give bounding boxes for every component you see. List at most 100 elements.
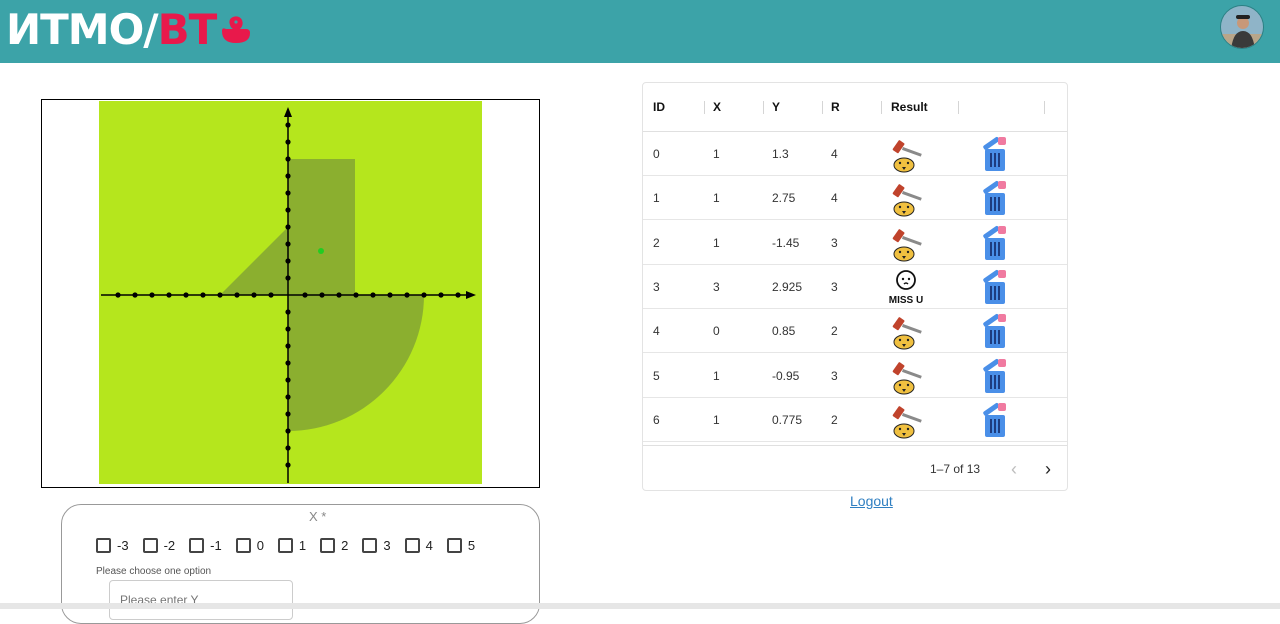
table-header: ID X Y R Result: [643, 83, 1067, 132]
prev-page-button[interactable]: ‹: [1003, 458, 1025, 480]
cell-x: 0: [713, 324, 720, 339]
checkbox[interactable]: [320, 537, 336, 553]
y-axis-tick: [285, 207, 291, 213]
x-checkbox-option[interactable]: -1: [189, 537, 222, 553]
cell-id: 3: [653, 279, 660, 294]
x-checkbox-option[interactable]: 1: [277, 537, 307, 553]
checkbox-label: -1: [210, 537, 222, 553]
checkbox[interactable]: [189, 537, 205, 553]
cell-y: -0.95: [772, 368, 800, 383]
table-pagination: 1–7 of 13 ‹ ›: [643, 445, 1067, 490]
column-header-y[interactable]: Y: [772, 83, 780, 132]
next-page-button[interactable]: ›: [1037, 458, 1059, 480]
checkbox-label: 4: [425, 537, 433, 553]
x-axis-tick: [200, 292, 206, 298]
checkbox[interactable]: [446, 537, 462, 553]
column-separator[interactable]: [881, 101, 882, 114]
gavel-hamster-icon: [889, 401, 927, 439]
x-checkbox-option[interactable]: 5: [446, 537, 475, 553]
user-avatar[interactable]: [1220, 5, 1264, 49]
cell-y: 2.75: [772, 191, 796, 206]
checkbox[interactable]: [404, 537, 420, 553]
miss-u-icon: MISS U: [889, 268, 927, 306]
checkbox-label: 0: [256, 537, 264, 553]
x-checkbox-option[interactable]: -2: [142, 537, 175, 553]
x-axis-tick: [251, 292, 257, 298]
table-row[interactable]: 1 1 2.75 4: [643, 176, 1067, 221]
table-row[interactable]: 4 0 0.85 2: [643, 309, 1067, 354]
trash-icon[interactable]: [980, 312, 1010, 350]
x-checkbox-option[interactable]: 0: [235, 537, 264, 553]
checkbox[interactable]: [142, 537, 158, 553]
area-rectangle: [288, 159, 355, 295]
gavel-hamster-icon: [889, 357, 927, 395]
x-axis-tick: [217, 292, 223, 298]
cell-r: 4: [831, 147, 838, 161]
trash-icon[interactable]: [980, 401, 1010, 439]
area-graph[interactable]: [41, 99, 540, 488]
gavel-hamster-icon: [889, 135, 927, 173]
column-separator[interactable]: [1044, 101, 1045, 114]
y-axis-tick: [285, 275, 291, 281]
duck-icon: [222, 16, 251, 43]
column-separator[interactable]: [704, 101, 705, 114]
app-header: ИТМО/ ВТ: [0, 0, 1280, 63]
cell-y: 0.775: [772, 412, 803, 427]
x-checkbox-option[interactable]: 2: [320, 537, 348, 553]
table-row[interactable]: 0 1 1.3 4: [643, 132, 1067, 176]
cell-id: 5: [653, 368, 660, 383]
column-separator[interactable]: [958, 101, 959, 114]
column-header-x[interactable]: X: [713, 83, 721, 132]
y-axis-tick: [285, 360, 291, 366]
plotted-point: [318, 248, 324, 254]
x-axis-tick: [132, 292, 138, 298]
graph-canvas[interactable]: [42, 100, 541, 489]
x-checkbox-option[interactable]: 3: [362, 537, 391, 553]
x-axis-tick: [387, 292, 393, 298]
checkbox-label: 3: [383, 537, 391, 553]
cell-r: 3: [831, 368, 838, 383]
checkbox-label: 1: [298, 537, 307, 553]
y-axis-tick: [285, 224, 291, 230]
table-row[interactable]: 2 1 -1.45 3: [643, 221, 1067, 265]
column-separator[interactable]: [763, 101, 764, 114]
results-table: ID X Y R Result 0 1 1.3 4 1 1 2.75 4 2 1 -1.45 3 3 3 2…: [642, 82, 1068, 491]
y-axis-tick: [285, 122, 291, 128]
y-axis-tick: [285, 139, 291, 145]
y-input[interactable]: [109, 580, 293, 620]
cell-x: 1: [713, 412, 720, 427]
x-checkbox-option[interactable]: -3: [96, 537, 129, 553]
checkbox[interactable]: [96, 537, 111, 553]
miss-label: MISS U: [889, 295, 923, 306]
checkbox[interactable]: [235, 537, 251, 553]
column-header-r[interactable]: R: [831, 83, 840, 132]
column-separator[interactable]: [822, 101, 823, 114]
x-axis-tick: [268, 292, 274, 298]
trash-icon[interactable]: [980, 135, 1010, 173]
y-axis-tick: [285, 309, 291, 315]
page-bottom-strip: [0, 603, 1280, 609]
x-axis-tick: [370, 292, 376, 298]
x-checkbox-option[interactable]: 4: [404, 537, 433, 553]
column-header-id[interactable]: ID: [653, 83, 665, 132]
x-axis-tick: [336, 292, 342, 298]
checkbox[interactable]: [362, 537, 378, 553]
column-header-result[interactable]: Result: [891, 83, 928, 132]
y-axis-tick: [285, 377, 291, 383]
x-field-label: X *: [309, 509, 327, 524]
cell-x: 1: [713, 191, 720, 206]
cell-id: 0: [653, 147, 660, 161]
trash-icon[interactable]: [980, 179, 1010, 217]
table-row[interactable]: 5 1 -0.95 3: [643, 354, 1067, 398]
trash-icon[interactable]: [980, 224, 1010, 262]
trash-icon[interactable]: [980, 268, 1010, 306]
itmo-logo[interactable]: ИТМО/ ВТ: [6, 8, 252, 52]
logout-link[interactable]: Logout: [850, 493, 893, 509]
x-axis-tick: [149, 292, 155, 298]
trash-icon[interactable]: [980, 357, 1010, 395]
table-row[interactable]: 3 3 2.925 3 MISS U: [643, 265, 1067, 309]
x-axis-tick: [438, 292, 444, 298]
checkbox[interactable]: [277, 537, 293, 553]
y-axis-tick: [285, 173, 291, 179]
table-row[interactable]: 6 1 0.775 2: [643, 398, 1067, 442]
